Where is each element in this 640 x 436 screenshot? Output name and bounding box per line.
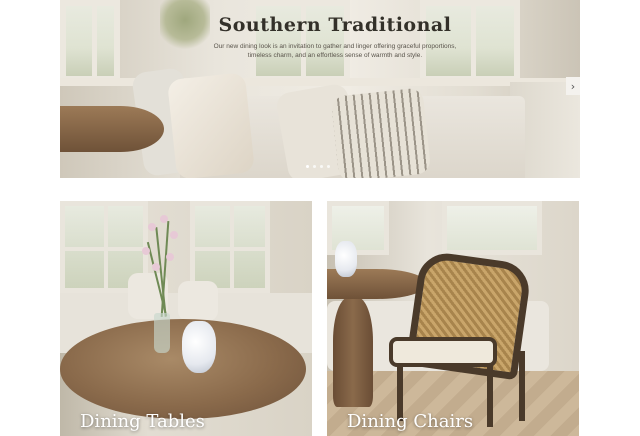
hero-pillow <box>166 72 256 178</box>
chair-seat <box>389 337 497 367</box>
category-card-dining-tables[interactable]: Dining Tables <box>60 201 312 436</box>
ceramic-pitcher <box>335 241 357 277</box>
window <box>442 201 542 255</box>
hero-table <box>60 106 164 152</box>
flower <box>160 215 168 223</box>
flower <box>166 253 174 261</box>
card-label-dining-tables[interactable]: Dining Tables <box>80 411 205 432</box>
card-label-dining-chairs[interactable]: Dining Chairs <box>347 411 473 432</box>
flower <box>170 231 178 239</box>
carousel-dot[interactable] <box>320 165 323 168</box>
flower <box>142 247 150 255</box>
hero-text: Southern Traditional Our new dining look… <box>210 14 460 60</box>
glass-vase <box>154 313 170 353</box>
flower <box>152 263 160 271</box>
hero-description: Our new dining look is an invitation to … <box>213 43 457 59</box>
category-card-dining-chairs[interactable]: Dining Chairs <box>327 201 579 436</box>
chevron-right-icon[interactable]: › <box>566 77 580 95</box>
pillow <box>178 281 218 321</box>
hero-window-left <box>60 0 120 82</box>
flower <box>148 223 156 231</box>
table-pedestal <box>333 297 373 407</box>
chair-leg <box>519 351 525 421</box>
carousel-dot[interactable] <box>327 165 330 168</box>
carousel-dots <box>306 165 330 168</box>
ceramic-pitcher <box>182 321 216 373</box>
carousel-dot[interactable] <box>313 165 316 168</box>
hero-banner[interactable]: Southern Traditional Our new dining look… <box>60 0 580 178</box>
window <box>190 201 270 293</box>
carousel-dot[interactable] <box>306 165 309 168</box>
hero-greenery <box>160 0 210 50</box>
chair-leg <box>487 365 493 427</box>
hero-title: Southern Traditional <box>218 14 452 36</box>
hero-striped-pillow <box>330 87 432 178</box>
